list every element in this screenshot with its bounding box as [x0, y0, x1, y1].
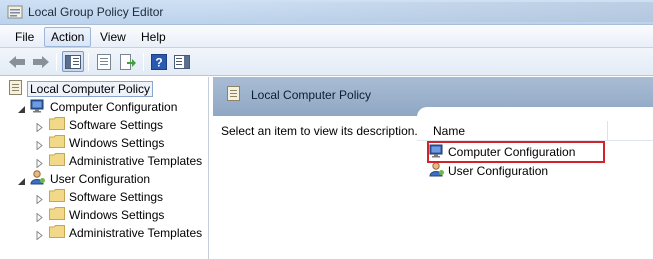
- computer-icon: [30, 99, 46, 116]
- column-header-name[interactable]: Name: [417, 121, 653, 141]
- description-text: Select an item to view its description.: [221, 124, 418, 138]
- properties-icon[interactable]: [93, 51, 115, 72]
- svg-text:?: ?: [155, 55, 162, 69]
- folder-icon: [49, 189, 65, 205]
- folder-icon: [49, 207, 65, 223]
- export-list-icon[interactable]: [117, 51, 139, 72]
- folder-icon: [49, 117, 65, 133]
- folder-icon: [49, 135, 65, 151]
- help-icon[interactable]: ?: [148, 51, 170, 72]
- back-arrow-icon[interactable]: [6, 51, 28, 72]
- tree-item-label: Administrative Templates: [69, 226, 203, 240]
- title-bar: Local Group Policy Editor: [0, 0, 653, 25]
- show-hide-tree-icon[interactable]: [62, 51, 84, 72]
- highlight-box: [427, 141, 605, 163]
- policy-document-icon: [9, 79, 23, 99]
- tree-item-administrative-templates[interactable]: Administrative Templates: [35, 224, 202, 242]
- expand-triangle-icon[interactable]: [35, 211, 44, 223]
- tree-item-label: Software Settings: [69, 118, 164, 132]
- menu-view[interactable]: View: [95, 29, 131, 45]
- collapse-triangle-icon[interactable]: [17, 103, 26, 113]
- details-title: Local Computer Policy: [251, 88, 372, 102]
- tree-item-windows-settings[interactable]: Windows Settings: [35, 134, 164, 152]
- tree-item-label: Software Settings: [69, 190, 164, 204]
- tree-item-label: Administrative Templates: [69, 154, 203, 168]
- tree-item-windows-settings[interactable]: Windows Settings: [35, 206, 164, 224]
- tree-item-software-settings[interactable]: Software Settings: [35, 116, 163, 134]
- toolbar: ?: [0, 48, 653, 76]
- tree-root[interactable]: Local Computer Policy: [9, 79, 154, 99]
- window-title: Local Group Policy Editor: [28, 5, 164, 19]
- collapse-triangle-icon[interactable]: [17, 175, 26, 185]
- list-item-user-configuration[interactable]: User Configuration: [429, 162, 548, 180]
- user-icon: [30, 170, 46, 188]
- policy-document-icon: [227, 86, 241, 105]
- menu-bar: File Action View Help: [0, 25, 653, 48]
- toolbar-separator: [143, 53, 144, 71]
- policy-editor-icon: [7, 5, 23, 19]
- tree-item-computer-configuration[interactable]: Computer Configuration: [17, 98, 177, 116]
- title-bar-blurred-area: [200, 2, 653, 22]
- console-tree: Local Computer Policy Computer Configura…: [0, 77, 209, 259]
- expand-triangle-icon[interactable]: [35, 157, 44, 169]
- list-item-label: User Configuration: [448, 164, 549, 178]
- column-divider[interactable]: [607, 121, 608, 141]
- column-header-label: Name: [433, 124, 466, 138]
- tree-item-label: Windows Settings: [69, 208, 165, 222]
- forward-arrow-icon[interactable]: [30, 51, 52, 72]
- expand-triangle-icon[interactable]: [35, 121, 44, 133]
- expand-triangle-icon[interactable]: [35, 229, 44, 241]
- tree-item-software-settings[interactable]: Software Settings: [35, 188, 163, 206]
- toolbar-separator: [88, 53, 89, 71]
- show-action-pane-icon[interactable]: [171, 51, 193, 72]
- tree-item-user-configuration[interactable]: User Configuration: [17, 170, 150, 188]
- expand-triangle-icon[interactable]: [35, 193, 44, 205]
- tree-root-label: Local Computer Policy: [27, 81, 154, 97]
- expand-triangle-icon[interactable]: [35, 139, 44, 151]
- toolbar-separator: [56, 53, 57, 71]
- details-pane: Local Computer Policy Select an item to …: [213, 77, 653, 259]
- items-list: Name Computer Configuration User Configu…: [417, 107, 653, 259]
- tree-item-label: Windows Settings: [69, 136, 165, 150]
- menu-file[interactable]: File: [10, 29, 39, 45]
- folder-icon: [49, 153, 65, 169]
- menu-action[interactable]: Action: [44, 27, 92, 47]
- tree-item-administrative-templates[interactable]: Administrative Templates: [35, 152, 202, 170]
- folder-icon: [49, 225, 65, 241]
- menu-help[interactable]: Help: [136, 29, 171, 45]
- tree-item-label: Computer Configuration: [50, 100, 178, 114]
- user-icon: [429, 162, 445, 180]
- tree-item-label: User Configuration: [50, 172, 151, 186]
